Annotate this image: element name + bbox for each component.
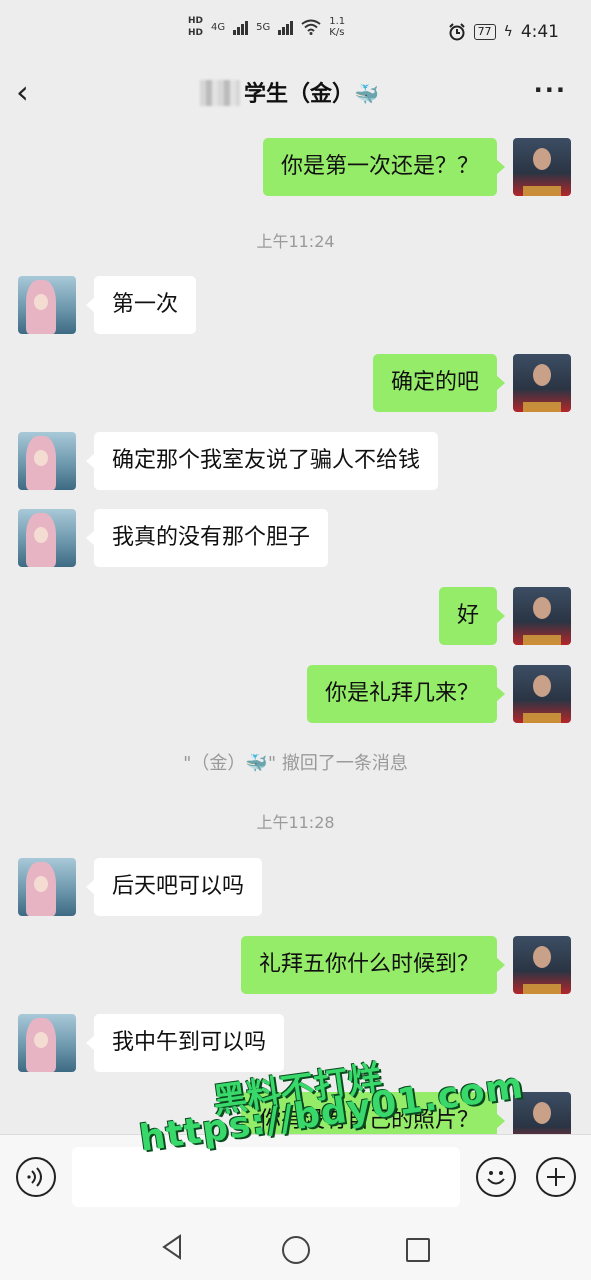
blurred-name-prefix (200, 80, 240, 106)
timestamp: 上午11:28 (256, 813, 335, 832)
contact-avatar[interactable] (18, 432, 76, 490)
net-label-2: 5G (256, 21, 271, 33)
signal-icon-2 (278, 19, 294, 35)
net-label-1: 4G (211, 21, 226, 33)
plus-icon[interactable] (536, 1157, 576, 1197)
chat-title: 学生（金）🐳 (244, 76, 379, 108)
system-nav-bar (0, 1220, 591, 1280)
my-avatar[interactable] (513, 138, 571, 196)
alarm-icon (448, 23, 465, 41)
nav-recents-icon[interactable] (406, 1238, 430, 1262)
charging-icon: ϟ (503, 24, 513, 40)
speed-indicator: 1.1 K/s (329, 16, 345, 38)
message-bubble-outgoing[interactable]: 你是第一次还是？？ (262, 138, 506, 196)
message-input[interactable] (72, 1147, 460, 1207)
message-list[interactable]: 你是第一次还是？？ 上午11:24 第一次 确定的吧 确定那个我室友说了骗人不给… (0, 122, 591, 1134)
message-bubble-incoming[interactable]: 我真的没有那个胆子 (85, 509, 329, 567)
more-options-button[interactable]: ··· (534, 76, 567, 104)
contact-avatar[interactable] (18, 1014, 76, 1072)
chat-header: ‹ 学生（金）🐳 ··· (0, 62, 591, 122)
message-bubble-incoming[interactable]: 我中午到可以吗 (85, 1014, 285, 1072)
speed-unit: K/s (329, 27, 345, 38)
contact-avatar[interactable] (18, 276, 76, 334)
message-bubble-outgoing[interactable]: 礼拜五你什么时候到？ (240, 936, 506, 994)
message-bubble-incoming[interactable]: 后天吧可以吗 (85, 858, 263, 916)
message-bubble-outgoing[interactable]: 好 (438, 587, 506, 645)
chat-title-text: 学生（金） (244, 82, 355, 107)
message-bubble-incoming[interactable]: 确定那个我室友说了骗人不给钱 (85, 432, 439, 490)
hd-indicator: HD HD (188, 16, 203, 38)
whale-emoji: 🐳 (354, 82, 379, 106)
network-status: HD HD 4G 5G 1.1 K/s (188, 16, 345, 38)
my-avatar[interactable] (513, 665, 571, 723)
my-avatar[interactable] (513, 936, 571, 994)
signal-icon (233, 19, 249, 35)
input-bar (0, 1134, 591, 1221)
battery-icon: 77 (473, 24, 496, 40)
clock: 4:41 (520, 22, 559, 42)
hd-top: HD (188, 16, 204, 26)
wifi-icon (301, 19, 321, 35)
my-avatar[interactable] (513, 587, 571, 645)
nav-back-icon[interactable] (160, 1234, 184, 1260)
recall-notice: "（金）🐳" 撤回了一条消息 (183, 753, 408, 774)
my-avatar[interactable] (513, 354, 571, 412)
message-bubble-outgoing[interactable]: 确定的吧 (372, 354, 506, 412)
nav-home-icon[interactable] (282, 1236, 310, 1264)
contact-avatar[interactable] (18, 858, 76, 916)
back-button[interactable]: ‹ (16, 72, 46, 112)
speed-value: 1.1 (329, 16, 346, 27)
system-status: 77 ϟ 4:41 (448, 22, 559, 42)
message-bubble-outgoing[interactable]: 你是礼拜几来？ (306, 665, 506, 723)
hd-bottom: HD (188, 28, 204, 38)
emoji-icon[interactable] (476, 1157, 516, 1197)
message-bubble-incoming[interactable]: 第一次 (85, 276, 197, 334)
timestamp: 上午11:24 (256, 232, 335, 251)
status-bar: HD HD 4G 5G 1.1 K/s 77 ϟ 4:41 (0, 0, 591, 62)
voice-icon[interactable] (16, 1157, 56, 1197)
contact-avatar[interactable] (18, 509, 76, 567)
